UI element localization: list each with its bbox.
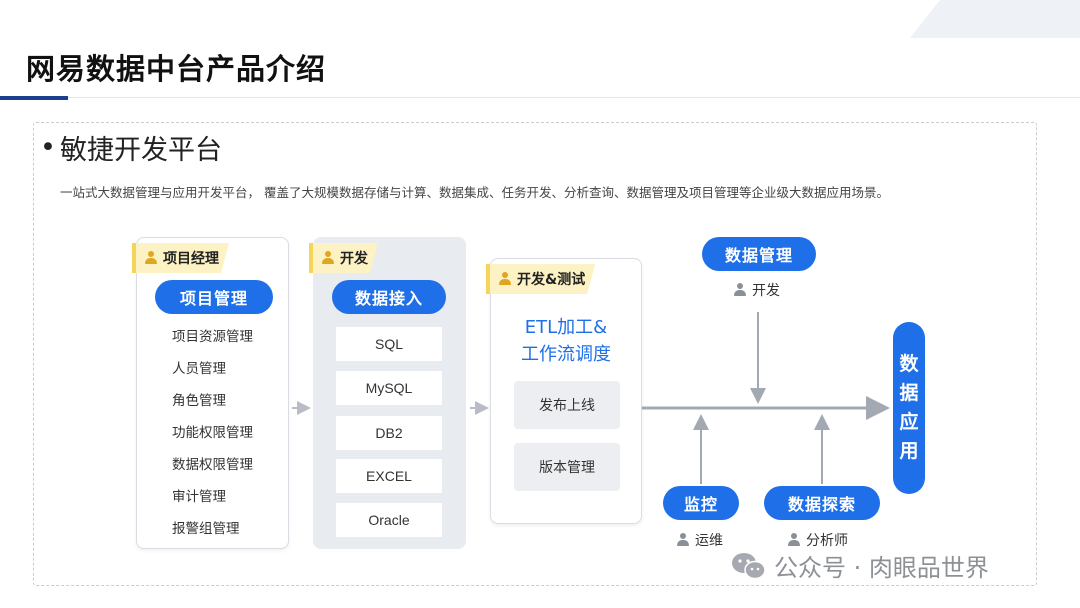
role-label-text: 开发: [752, 283, 780, 299]
list-item: 功能权限管理: [172, 425, 253, 441]
role-label-text: 运维: [695, 533, 723, 549]
data-application-char: 用: [899, 440, 919, 462]
etl-title-line1: ETL加工&: [524, 317, 608, 338]
data-management-pill[interactable]: 数据管理: [702, 237, 816, 271]
data-application-char: 应: [899, 411, 919, 433]
data-exploration-pill[interactable]: 数据探索: [764, 486, 880, 520]
etl-title: ETL加工& 工作流调度: [492, 314, 640, 368]
role-tag-dev-test: 开发&测试: [486, 264, 595, 294]
source-oracle: Oracle: [336, 503, 442, 537]
monitoring-pill[interactable]: 监控: [663, 486, 739, 520]
list-item: 角色管理: [172, 393, 226, 409]
etl-title-line2: 工作流调度: [521, 344, 611, 365]
list-item: 数据权限管理: [172, 457, 253, 473]
source-excel: EXCEL: [336, 459, 442, 493]
person-icon: [498, 272, 512, 286]
monitoring-role: 运维: [676, 530, 723, 550]
role-tag-label: 项目经理: [163, 251, 219, 267]
project-management-pill[interactable]: 项目管理: [155, 280, 273, 314]
source-sql: SQL: [336, 327, 442, 361]
publish-box: 发布上线: [514, 381, 620, 429]
person-icon: [676, 533, 690, 547]
data-application-char: 数: [899, 353, 919, 375]
list-item: 报警组管理: [172, 521, 240, 537]
person-icon: [787, 533, 801, 547]
role-tag-label: 开发: [340, 251, 368, 267]
role-label-text: 分析师: [806, 533, 848, 549]
version-management-box: 版本管理: [514, 443, 620, 491]
list-item: 审计管理: [172, 489, 226, 505]
list-item: 人员管理: [172, 361, 226, 377]
watermark: 公众号 · 肉眼品世界: [730, 548, 989, 583]
person-icon: [733, 283, 747, 297]
data-exploration-role: 分析师: [787, 530, 848, 550]
person-icon: [144, 251, 158, 265]
list-item: 项目资源管理: [172, 329, 253, 345]
role-tag-project-manager: 项目经理: [132, 243, 229, 273]
data-ingest-pill[interactable]: 数据接入: [332, 280, 446, 314]
source-mysql: MySQL: [336, 371, 442, 405]
role-tag-developer: 开发: [309, 243, 378, 273]
source-db2: DB2: [336, 416, 442, 450]
data-application-pill[interactable]: 数 据 应 用: [893, 322, 925, 494]
watermark-text: 公众号 · 肉眼品世界: [774, 554, 989, 582]
role-tag-label: 开发&测试: [517, 272, 586, 288]
person-icon: [321, 251, 335, 265]
wechat-icon: [732, 552, 766, 579]
data-application-char: 据: [899, 382, 919, 404]
data-management-role: 开发: [733, 280, 780, 300]
